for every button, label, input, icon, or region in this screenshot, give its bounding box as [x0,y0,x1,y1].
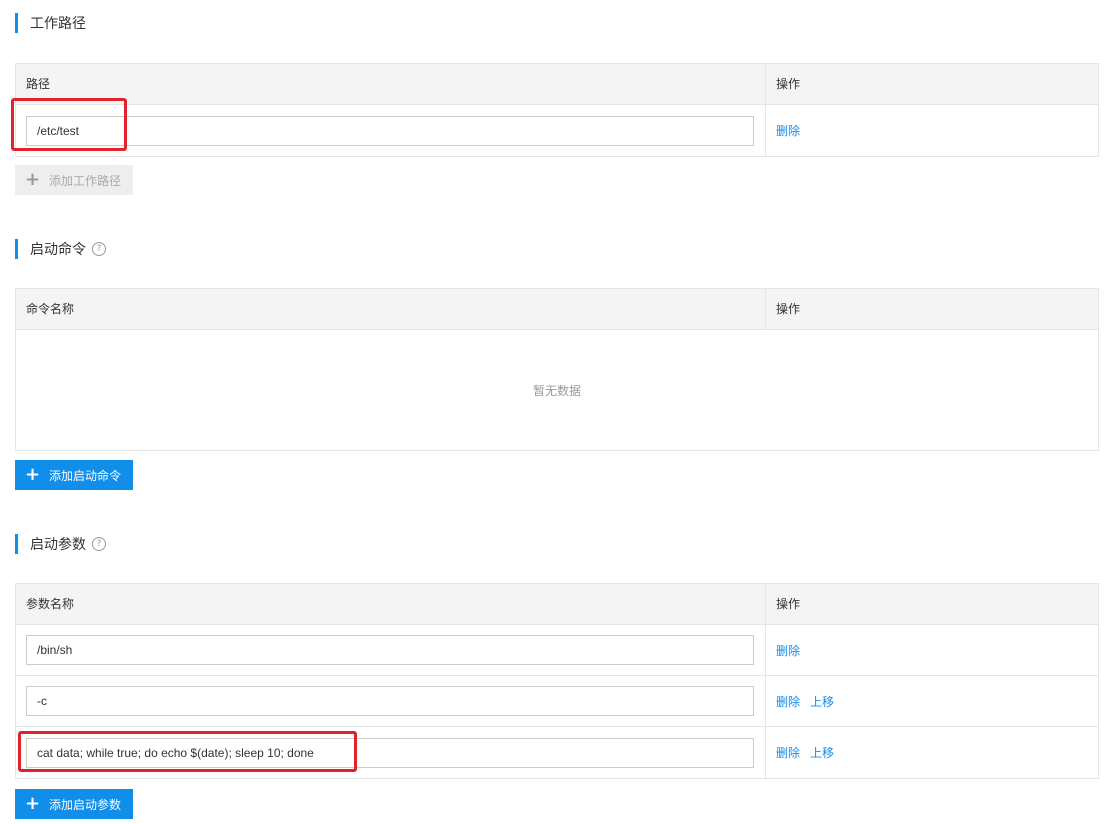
workdir-section-title: 工作路径 [15,13,86,33]
command-empty-state: 暂无数据 [532,383,581,398]
workdir-header-path: 路径 [26,77,51,91]
command-section-title: 启动命令 ? [15,239,106,259]
command-table: 命令名称 操作 暂无数据 [15,288,1099,451]
help-icon[interactable]: ? [92,537,106,551]
command-header-op: 操作 [765,289,1098,329]
add-command-label: 添加启动命令 [49,468,122,483]
workdir-path-input[interactable] [26,115,754,146]
command-title-text: 启动命令 [30,241,86,257]
param-delete-link[interactable]: 删除 [776,744,800,761]
workdir-delete-link[interactable]: 删除 [776,122,800,139]
plus-icon: + [25,169,41,190]
plus-icon: + [25,464,41,485]
workdir-row: 删除 [16,105,1098,156]
add-workdir-label: 添加工作路径 [49,173,122,188]
params-header-op: 操作 [765,584,1098,624]
params-table-header: 参数名称 操作 [16,584,1098,625]
help-icon[interactable]: ? [92,242,106,256]
params-section-title: 启动参数 ? [15,534,106,554]
workdir-table-header: 路径 操作 [16,64,1098,105]
param-input[interactable] [26,635,754,665]
command-table-header: 命令名称 操作 [16,289,1098,330]
add-command-button[interactable]: + 添加启动命令 [15,460,133,490]
workdir-header-op: 操作 [765,64,1098,104]
param-move-up-link[interactable]: 上移 [810,744,834,761]
command-header-name: 命令名称 [26,302,75,316]
workdir-title-text: 工作路径 [30,15,86,31]
params-row: 删除 上移 [16,676,1098,727]
params-header-name: 参数名称 [26,597,75,611]
add-param-label: 添加启动参数 [49,797,122,812]
param-delete-link[interactable]: 删除 [776,642,800,659]
param-input[interactable] [26,686,754,716]
param-delete-link[interactable]: 删除 [776,693,800,710]
workdir-table: 路径 操作 删除 [15,63,1099,157]
plus-icon: + [25,793,41,814]
add-param-button[interactable]: + 添加启动参数 [15,789,133,819]
params-row: 删除 [16,625,1098,676]
param-move-up-link[interactable]: 上移 [810,693,834,710]
add-workdir-button[interactable]: + 添加工作路径 [15,165,133,195]
params-title-text: 启动参数 [30,536,86,552]
highlight-box-workdir [11,98,127,151]
highlight-box-param [18,731,357,772]
